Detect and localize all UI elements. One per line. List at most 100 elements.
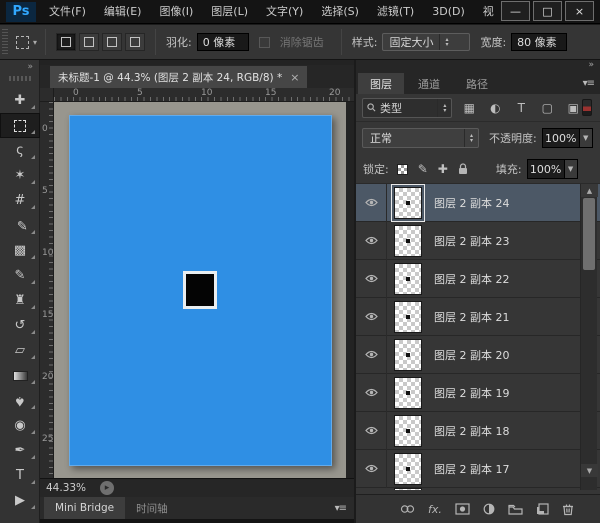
collapse-panel-icon[interactable]: » xyxy=(588,60,594,70)
filter-pixel-layers-icon[interactable]: ▦ xyxy=(460,99,478,117)
layer-row[interactable]: 图层 2 副本 20 xyxy=(356,336,600,374)
layer-name[interactable]: 图层 2 副本 18 xyxy=(434,423,510,439)
filter-toggle-switch[interactable] xyxy=(582,99,592,116)
layers-panel-menu-icon[interactable]: ▾≡ xyxy=(583,78,594,89)
filter-shape-layers-icon[interactable]: ▢ xyxy=(538,99,556,117)
layer-style-icon[interactable]: fx. xyxy=(428,503,442,516)
scrollbar-thumb[interactable] xyxy=(583,198,595,270)
menu-item[interactable]: 文字(Y) xyxy=(257,0,312,23)
clone-stamp-tool[interactable]: ♜ xyxy=(0,288,40,313)
visibility-eye-icon[interactable] xyxy=(356,236,386,245)
layer-mask-icon[interactable] xyxy=(455,503,470,515)
layer-thumbnail[interactable] xyxy=(394,225,422,257)
status-popup-icon[interactable]: ▸ xyxy=(100,481,114,495)
menu-item[interactable]: 滤镜(T) xyxy=(368,0,423,23)
layer-thumbnail[interactable] xyxy=(394,377,422,409)
layer-thumbnail[interactable] xyxy=(394,263,422,295)
panel-tab[interactable]: 路径 xyxy=(454,73,500,94)
collapse-tools-icon[interactable]: » xyxy=(27,62,33,72)
panel-tab[interactable]: 图层 xyxy=(358,73,404,94)
intersect-selection-button[interactable] xyxy=(125,33,145,51)
zoom-level[interactable]: 44.33% xyxy=(46,482,86,494)
new-group-icon[interactable] xyxy=(508,504,523,515)
visibility-eye-icon[interactable] xyxy=(356,426,386,435)
canvas[interactable] xyxy=(69,115,332,466)
gradient-tool[interactable] xyxy=(0,363,40,388)
layers-scrollbar[interactable]: ▲ ▼ xyxy=(580,184,597,490)
history-brush-tool[interactable]: ↺ xyxy=(0,313,40,338)
add-to-selection-button[interactable] xyxy=(79,33,99,51)
feather-input[interactable]: 0 像素 xyxy=(197,33,249,51)
filter-smart-objects-icon[interactable]: ▣ xyxy=(564,99,582,117)
antialias-checkbox[interactable] xyxy=(259,37,270,48)
eyedropper-tool[interactable]: ✐ xyxy=(0,213,40,238)
menu-item[interactable]: 图层(L) xyxy=(202,0,257,23)
layer-thumbnail[interactable] xyxy=(394,301,422,333)
spinner-icon[interactable]: ▴▾ xyxy=(464,129,478,147)
width-input[interactable]: 80 像素 xyxy=(511,33,567,51)
filter-kind-select[interactable]: 类型 ▴▾ xyxy=(362,98,452,118)
lasso-tool[interactable]: ς xyxy=(0,138,40,163)
document-tab[interactable]: 未标题-1 @ 44.3% (图层 2 副本 24, RGB/8) * × xyxy=(50,66,307,88)
layer-thumbnail[interactable] xyxy=(394,339,422,371)
link-layers-icon[interactable] xyxy=(400,504,415,514)
blur-tool[interactable]: ♠ xyxy=(0,388,40,413)
style-select[interactable]: 固定大小 ▴▾ xyxy=(382,33,470,51)
menu-item[interactable]: 视 xyxy=(474,0,503,23)
menu-item[interactable]: 图像(I) xyxy=(150,0,202,23)
opacity-dropdown-icon[interactable]: ▼ xyxy=(580,128,593,148)
rectangular-marquee-tool[interactable] xyxy=(0,113,40,138)
visibility-eye-icon[interactable] xyxy=(356,350,386,359)
layer-row[interactable]: 图层 2 副本 21 xyxy=(356,298,600,336)
lock-pixels-icon[interactable]: ✎ xyxy=(418,162,428,176)
brush-tool[interactable]: ✎ xyxy=(0,263,40,288)
path-selection-tool[interactable]: ▶ xyxy=(0,488,40,513)
healing-brush-tool[interactable]: ▩ xyxy=(0,238,40,263)
layer-name[interactable]: 图层 2 副本 19 xyxy=(434,385,510,401)
layer-row[interactable]: 图层 2 副本 19 xyxy=(356,374,600,412)
blend-mode-select[interactable]: 正常 ▴▾ xyxy=(362,128,479,148)
spinner-icon[interactable]: ▴▾ xyxy=(437,99,451,117)
filter-type-layers-icon[interactable]: T xyxy=(512,99,530,117)
menu-item[interactable]: 编辑(E) xyxy=(95,0,151,23)
fill-input[interactable]: 100% xyxy=(527,159,565,179)
panel-tab[interactable]: 通道 xyxy=(406,73,452,94)
layer-thumbnail[interactable] xyxy=(394,415,422,447)
panel-menu-icon[interactable]: ▾≡ xyxy=(335,503,346,514)
visibility-eye-icon[interactable] xyxy=(356,274,386,283)
layer-row[interactable]: 图层 2 副本 23 xyxy=(356,222,600,260)
layer-name[interactable]: 图层 2 副本 22 xyxy=(434,271,510,287)
tool-preset-button[interactable]: ▾ xyxy=(16,36,37,49)
crop-tool[interactable]: # xyxy=(0,188,40,213)
lock-position-icon[interactable]: ✚ xyxy=(438,162,448,176)
scroll-up-icon[interactable]: ▲ xyxy=(581,184,598,197)
close-tab-icon[interactable]: × xyxy=(290,71,299,84)
layer-thumbnail[interactable] xyxy=(394,453,422,485)
layer-name[interactable]: 图层 2 副本 21 xyxy=(434,309,510,325)
visibility-eye-icon[interactable] xyxy=(356,198,386,207)
lock-transparency-icon[interactable] xyxy=(397,164,408,175)
layer-name[interactable]: 图层 2 副本 17 xyxy=(434,461,510,477)
pen-tool[interactable]: ✒ xyxy=(0,438,40,463)
subtract-from-selection-button[interactable] xyxy=(102,33,122,51)
lock-all-icon[interactable] xyxy=(458,163,468,175)
bottom-panel-tab[interactable]: 时间轴 xyxy=(125,497,179,519)
eraser-tool[interactable]: ▱ xyxy=(0,338,40,363)
close-button[interactable]: × xyxy=(565,1,594,21)
visibility-eye-icon[interactable] xyxy=(356,312,386,321)
layer-row[interactable]: 图层 2 副本 18 xyxy=(356,412,600,450)
spinner-icon[interactable]: ▴▾ xyxy=(439,34,453,50)
layer-name[interactable]: 图层 2 副本 24 xyxy=(434,195,510,211)
dodge-tool[interactable]: ◉ xyxy=(0,413,40,438)
menu-item[interactable]: 文件(F) xyxy=(40,0,95,23)
new-selection-button[interactable] xyxy=(56,33,76,51)
maximize-button[interactable]: □ xyxy=(533,1,562,21)
filter-adjustment-layers-icon[interactable]: ◐ xyxy=(486,99,504,117)
bottom-panel-tab[interactable]: Mini Bridge xyxy=(44,497,125,519)
layer-name[interactable]: 图层 2 副本 23 xyxy=(434,233,510,249)
visibility-eye-icon[interactable] xyxy=(356,388,386,397)
magic-wand-tool[interactable]: ✶ xyxy=(0,163,40,188)
layer-name[interactable]: 图层 2 副本 20 xyxy=(434,347,510,363)
delete-layer-icon[interactable] xyxy=(562,503,574,516)
menu-item[interactable]: 3D(D) xyxy=(423,0,474,23)
